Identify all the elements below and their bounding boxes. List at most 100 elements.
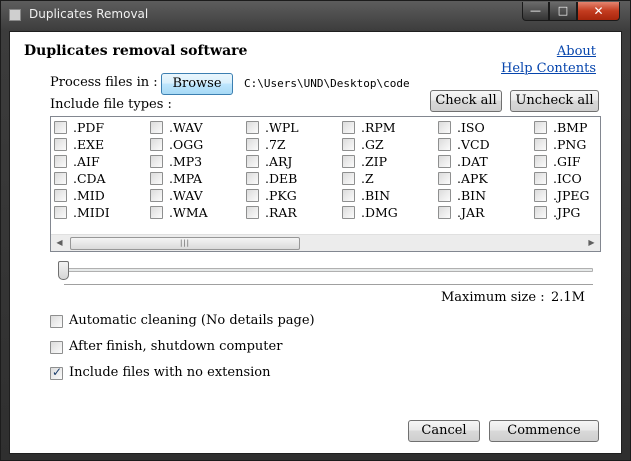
file-type-checkbox[interactable] — [246, 172, 259, 185]
process-files-label: Process files in : — [50, 75, 158, 90]
max-size-value: 2.1M — [551, 290, 585, 305]
file-type-label: .BIN — [361, 188, 391, 203]
file-type-checkbox[interactable] — [534, 155, 547, 168]
file-type-label: .Z — [361, 171, 374, 186]
file-type-checkbox[interactable] — [342, 155, 355, 168]
close-icon: ✕ — [593, 4, 604, 18]
horizontal-scrollbar[interactable]: ◀ ||| ▶ — [51, 234, 600, 251]
file-type-checkbox[interactable] — [342, 189, 355, 202]
file-type-label: .EXE — [73, 137, 105, 152]
maximize-icon: □ — [557, 4, 569, 17]
option-label: Automatic cleaning (No details page) — [69, 313, 315, 328]
minimize-icon: — — [530, 4, 541, 17]
file-type-label: .DEB — [265, 171, 298, 186]
file-type-checkbox[interactable] — [438, 172, 451, 185]
option-label: Include files with no extension — [69, 365, 271, 380]
help-contents-link[interactable]: Help Contents — [501, 61, 596, 76]
window-title: Duplicates Removal — [29, 7, 149, 21]
file-type-label: .WAV — [169, 120, 203, 135]
file-type-label: .DMG — [361, 205, 398, 220]
file-type-checkbox[interactable] — [246, 189, 259, 202]
file-type-checkbox[interactable] — [342, 138, 355, 151]
commence-button[interactable]: Commence — [489, 420, 599, 442]
file-type-label: .JPG — [553, 205, 581, 220]
file-type-label: .GIF — [553, 154, 581, 169]
file-type-checkbox[interactable] — [534, 189, 547, 202]
file-type-label: .JAR — [457, 205, 485, 220]
scroll-right-icon[interactable]: ▶ — [583, 235, 600, 252]
file-type-label: .JPEG — [553, 188, 590, 203]
file-type-checkbox[interactable] — [246, 121, 259, 134]
file-type-checkbox[interactable] — [54, 138, 67, 151]
minimize-button[interactable]: — — [522, 2, 549, 21]
file-type-label: .WAV — [169, 188, 203, 203]
file-type-checkbox[interactable] — [54, 155, 67, 168]
file-type-label: .PKG — [265, 188, 297, 203]
file-type-checkbox[interactable] — [54, 189, 67, 202]
file-type-checkbox[interactable] — [54, 121, 67, 134]
file-type-checkbox[interactable] — [246, 206, 259, 219]
file-type-label: .7Z — [265, 137, 286, 152]
file-type-checkbox[interactable] — [438, 206, 451, 219]
file-type-checkbox[interactable] — [342, 206, 355, 219]
file-type-label: .BMP — [553, 120, 588, 135]
file-type-checkbox[interactable] — [438, 155, 451, 168]
browse-button[interactable]: Browse — [161, 73, 233, 95]
option-checkbox[interactable] — [50, 315, 63, 328]
file-type-checkbox[interactable] — [54, 206, 67, 219]
file-type-checkbox[interactable] — [150, 155, 163, 168]
file-type-label: .MIDI — [73, 205, 110, 220]
app-window: Duplicates Removal — □ ✕ Duplicates remo… — [0, 0, 631, 461]
max-size-slider-thumb[interactable] — [58, 261, 69, 280]
maximize-button[interactable]: □ — [549, 2, 577, 21]
scroll-left-icon[interactable]: ◀ — [51, 235, 68, 252]
option-label: After finish, shutdown computer — [69, 339, 283, 354]
file-type-checkbox[interactable] — [150, 121, 163, 134]
file-type-checkbox[interactable] — [150, 189, 163, 202]
cancel-button[interactable]: Cancel — [408, 420, 480, 442]
app-icon — [9, 9, 21, 21]
slider-tick-line — [64, 284, 593, 286]
close-button[interactable]: ✕ — [577, 2, 620, 21]
file-type-label: .RPM — [361, 120, 396, 135]
file-type-checkbox[interactable] — [342, 121, 355, 134]
file-type-checkbox[interactable] — [150, 206, 163, 219]
file-type-label: .ISO — [457, 120, 485, 135]
file-type-checkbox[interactable] — [246, 155, 259, 168]
file-type-checkbox[interactable] — [438, 138, 451, 151]
file-type-label: .ZIP — [361, 154, 388, 169]
file-type-label: .DAT — [457, 154, 488, 169]
file-type-checkbox[interactable] — [534, 121, 547, 134]
uncheck-all-button[interactable]: Uncheck all — [510, 90, 599, 112]
file-type-checkbox[interactable] — [54, 172, 67, 185]
file-type-label: .RAR — [265, 205, 297, 220]
title-bar[interactable]: Duplicates Removal — □ ✕ — [1, 1, 630, 29]
about-link[interactable]: About — [557, 44, 596, 59]
file-type-checkbox[interactable] — [150, 138, 163, 151]
option-checkbox[interactable] — [50, 341, 63, 354]
file-type-checkbox[interactable] — [438, 189, 451, 202]
check-all-button[interactable]: Check all — [430, 90, 502, 112]
scrollbar-thumb[interactable]: ||| — [70, 237, 300, 250]
max-size-label: Maximum size : — [441, 290, 545, 305]
file-type-label: .GZ — [361, 137, 384, 152]
file-type-checkbox[interactable] — [534, 206, 547, 219]
option-checkbox[interactable] — [50, 365, 63, 380]
file-type-label: .APK — [457, 171, 488, 186]
file-type-label: .WPL — [265, 120, 299, 135]
file-type-label: .VCD — [457, 137, 490, 152]
file-type-checkbox[interactable] — [150, 172, 163, 185]
file-type-checkbox[interactable] — [246, 138, 259, 151]
file-type-label: .AIF — [73, 154, 100, 169]
file-type-label: .MP3 — [169, 154, 203, 169]
file-type-label: .MPA — [169, 171, 203, 186]
file-type-checkbox[interactable] — [342, 172, 355, 185]
file-type-checkbox[interactable] — [534, 172, 547, 185]
file-type-label: .ARJ — [265, 154, 293, 169]
file-type-label: .CDA — [73, 171, 106, 186]
folder-path: C:\Users\UND\Desktop\code — [244, 77, 410, 90]
file-type-checkbox[interactable] — [534, 138, 547, 151]
max-size-slider-track[interactable] — [60, 268, 593, 272]
file-type-label: .OGG — [169, 137, 204, 152]
file-type-checkbox[interactable] — [438, 121, 451, 134]
